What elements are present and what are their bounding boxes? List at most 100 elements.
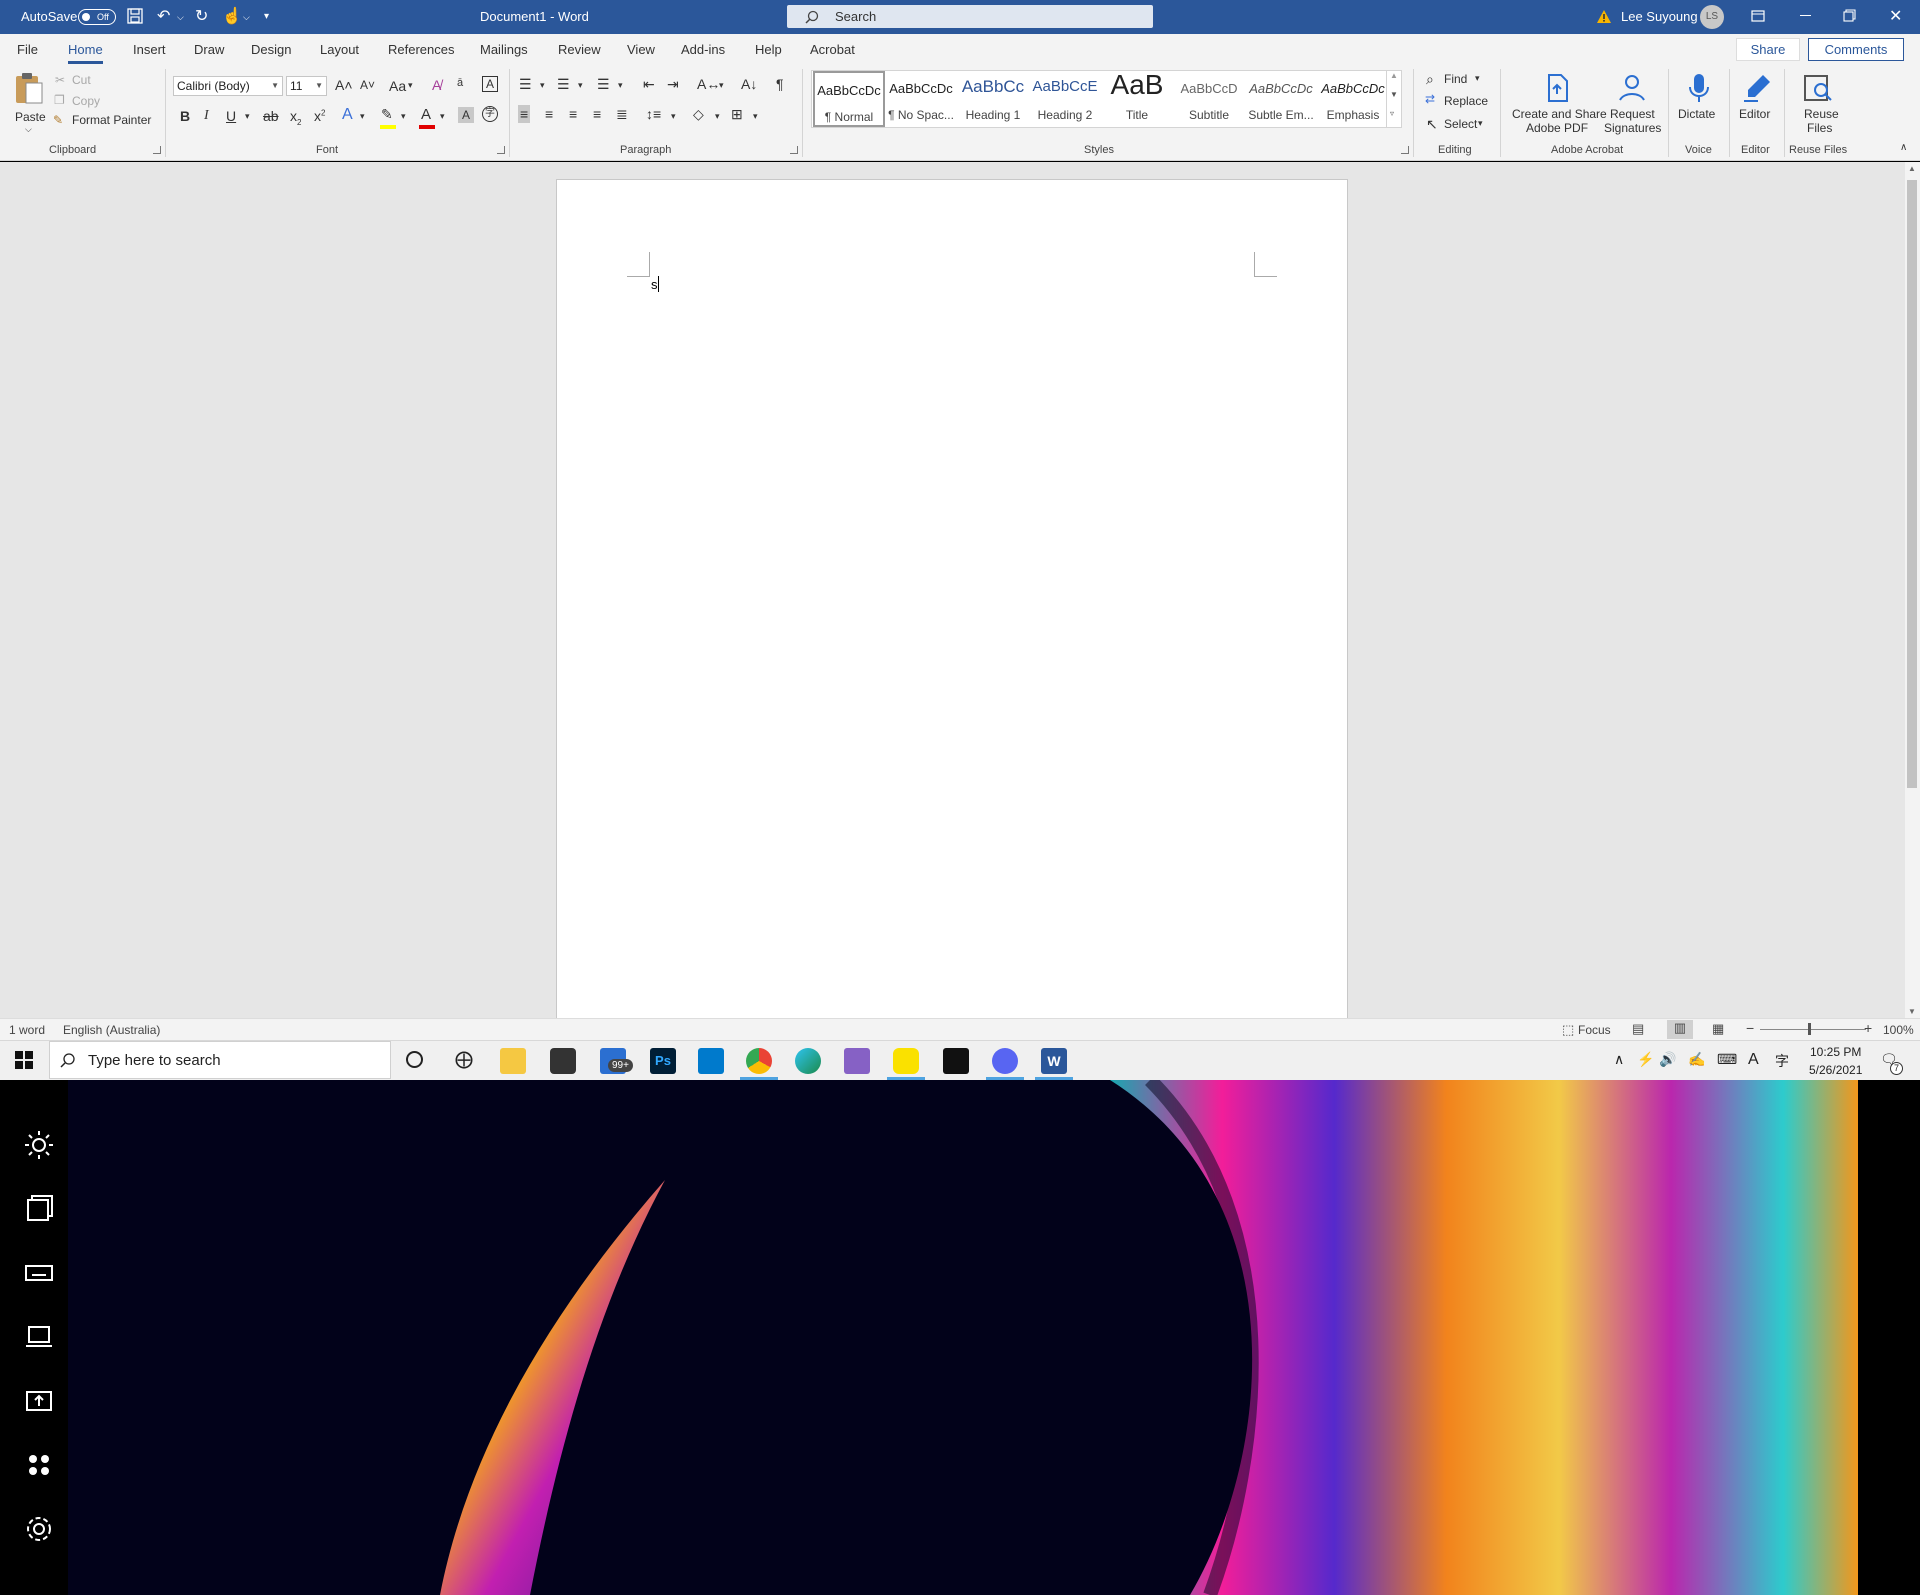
superscript-icon[interactable]: x2 xyxy=(314,108,325,124)
touch-mode-icon[interactable]: ☝ xyxy=(222,6,242,26)
volume-icon[interactable]: 🔊 xyxy=(1659,1051,1676,1068)
document-page[interactable]: s xyxy=(556,179,1348,1018)
align-center-icon[interactable]: ≡ xyxy=(545,106,553,122)
tab-references[interactable]: References xyxy=(388,42,454,57)
subscript-icon[interactable]: x2 xyxy=(290,108,301,127)
apps-grid-icon[interactable] xyxy=(24,1450,54,1480)
share-button[interactable]: Share xyxy=(1736,38,1800,61)
align-right-icon[interactable]: ≡ xyxy=(569,106,577,122)
collapse-ribbon-icon[interactable]: ∧ xyxy=(1900,142,1907,153)
avatar[interactable]: LS xyxy=(1700,5,1724,29)
font-size-combo[interactable]: 11 ▼ xyxy=(286,76,327,96)
styles-launcher-icon[interactable] xyxy=(1401,146,1409,154)
settings-gear-icon[interactable] xyxy=(24,1514,54,1544)
numbering-dropdown-icon[interactable]: ▾ xyxy=(578,80,583,91)
underline-dropdown-icon[interactable]: ▾ xyxy=(245,111,250,122)
more-styles-icon[interactable]: ▿ xyxy=(1390,109,1394,118)
sort-icon[interactable]: A↓ xyxy=(741,76,757,92)
highlight-color-icon[interactable]: ✎ xyxy=(381,106,393,123)
power-plug-icon[interactable]: ⚡ xyxy=(1637,1051,1654,1068)
document-text[interactable]: s xyxy=(651,277,658,292)
borders-dropdown-icon[interactable]: ▾ xyxy=(753,111,758,122)
window-switch-icon[interactable] xyxy=(24,1194,54,1224)
borders-icon[interactable]: ⊞ xyxy=(731,106,743,123)
shading-icon[interactable]: ◇ xyxy=(693,106,704,123)
text-effects-icon[interactable]: A xyxy=(342,106,353,124)
style-normal[interactable]: AaBbCcDc ¶ Normal xyxy=(813,71,885,127)
font-color-icon[interactable]: A xyxy=(421,106,431,123)
highlight-dropdown-icon[interactable]: ▾ xyxy=(401,111,406,122)
create-share-pdf-button[interactable]: Create and Share Adobe PDF xyxy=(1508,68,1607,140)
save-icon[interactable] xyxy=(127,8,143,24)
focus-button[interactable]: Focus xyxy=(1578,1023,1611,1037)
clear-formatting-icon[interactable]: A̸ xyxy=(432,77,441,93)
zoom-slider-thumb[interactable] xyxy=(1808,1023,1811,1035)
undo-dropdown-icon[interactable]: ⌵ xyxy=(177,12,184,23)
show-hidden-icons-icon[interactable]: ∧ xyxy=(1614,1051,1624,1068)
show-formatting-marks-icon[interactable]: ¶ xyxy=(776,76,784,92)
phonetic-guide-icon[interactable]: ā xyxy=(457,77,463,89)
store-icon[interactable] xyxy=(550,1048,576,1074)
minimize-icon[interactable] xyxy=(1800,15,1811,16)
bold-icon[interactable]: B xyxy=(180,108,190,124)
multilevel-list-icon[interactable]: ☰ xyxy=(597,76,610,93)
read-mode-icon[interactable]: ▤ xyxy=(1632,1021,1644,1037)
tab-add-ins[interactable]: Add-ins xyxy=(681,42,725,57)
editor-button[interactable]: Editor xyxy=(1734,68,1780,140)
tab-insert[interactable]: Insert xyxy=(133,42,166,57)
line-spacing-dropdown-icon[interactable]: ▾ xyxy=(671,111,676,122)
enclose-characters-icon[interactable]: 字 xyxy=(482,106,498,122)
style-no-spacing[interactable]: AaBbCcDc ¶ No Spac... xyxy=(885,71,957,127)
scroll-up-icon[interactable]: ▲ xyxy=(1390,71,1398,80)
input-language-icon[interactable]: A xyxy=(1748,1051,1759,1069)
file-explorer-icon[interactable] xyxy=(500,1048,526,1074)
format-painter-button[interactable]: Format Painter xyxy=(72,113,151,127)
tab-file[interactable]: File xyxy=(17,42,38,57)
warning-icon[interactable] xyxy=(1596,9,1612,24)
character-shading-icon[interactable]: A xyxy=(458,107,474,123)
ime-icon[interactable]: 字 xyxy=(1775,1051,1789,1071)
scroll-down-icon[interactable]: ▼ xyxy=(1390,90,1398,99)
decrease-indent-icon[interactable]: ⇤ xyxy=(643,76,655,93)
terminal-icon[interactable] xyxy=(943,1048,969,1074)
dictate-button[interactable]: Dictate xyxy=(1674,68,1724,140)
font-name-combo[interactable]: Calibri (Body) ▼ xyxy=(173,76,283,96)
justify-icon[interactable]: ≡ xyxy=(593,106,601,122)
scroll-up-arrow-icon[interactable]: ▲ xyxy=(1908,164,1916,173)
web-layout-icon[interactable]: ▦ xyxy=(1712,1021,1724,1037)
distributed-icon[interactable]: ≣ xyxy=(616,106,628,123)
line-spacing-icon[interactable]: ↕≡ xyxy=(646,106,661,122)
font-launcher-icon[interactable] xyxy=(497,146,505,154)
taskbar-search[interactable]: Type here to search xyxy=(49,1041,391,1079)
user-name[interactable]: Lee Suyoung xyxy=(1621,9,1698,24)
find-dropdown-icon[interactable]: ▾ xyxy=(1475,73,1480,84)
brightness-icon[interactable] xyxy=(24,1130,54,1160)
clipboard-launcher-icon[interactable] xyxy=(153,146,161,154)
zoom-in-icon[interactable]: + xyxy=(1864,1020,1872,1036)
tab-mailings[interactable]: Mailings xyxy=(480,42,528,57)
paste-button[interactable]: Paste ⌵ xyxy=(10,69,50,143)
scroll-down-arrow-icon[interactable]: ▼ xyxy=(1908,1007,1916,1016)
change-case-button[interactable]: Aa xyxy=(389,78,406,94)
photoshop-icon[interactable]: Ps xyxy=(650,1048,676,1074)
zoom-slider-track[interactable] xyxy=(1760,1029,1866,1030)
task-view-icon[interactable]: ⨁ xyxy=(455,1049,473,1070)
touch-dropdown-icon[interactable]: ⌵ xyxy=(243,12,250,23)
customize-qat-icon[interactable]: ▾ xyxy=(264,11,269,22)
multilevel-dropdown-icon[interactable]: ▾ xyxy=(618,80,623,91)
chrome-icon[interactable] xyxy=(740,1048,778,1080)
style-subtle-emphasis[interactable]: AaBbCcDc Subtle Em... xyxy=(1245,71,1317,127)
tab-draw[interactable]: Draw xyxy=(194,42,224,57)
style-title[interactable]: AaB Title xyxy=(1101,71,1173,127)
zoom-level[interactable]: 100% xyxy=(1883,1023,1914,1037)
print-layout-icon[interactable]: ▥ xyxy=(1667,1020,1693,1039)
redo-icon[interactable]: ↻ xyxy=(195,6,208,26)
laptop-icon[interactable] xyxy=(24,1322,54,1352)
cortana-circle-icon[interactable] xyxy=(406,1051,423,1068)
paragraph-launcher-icon[interactable] xyxy=(790,146,798,154)
tab-home[interactable]: Home xyxy=(68,42,103,64)
bullets-dropdown-icon[interactable]: ▾ xyxy=(540,80,545,91)
comments-button[interactable]: Comments xyxy=(1808,38,1904,61)
tab-acrobat[interactable]: Acrobat xyxy=(810,42,855,57)
close-icon[interactable]: ✕ xyxy=(1889,6,1902,26)
